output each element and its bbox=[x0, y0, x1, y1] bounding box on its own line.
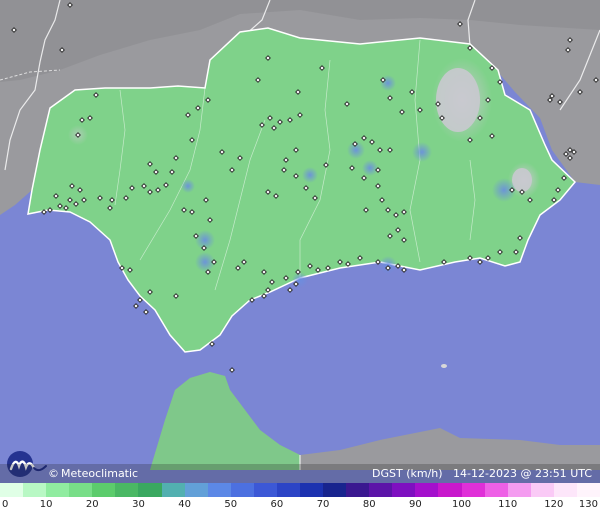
scale-label: 110 bbox=[498, 499, 518, 510]
map-date: 14-12-2023 bbox=[453, 467, 517, 480]
color-scale-swatch bbox=[69, 483, 93, 497]
at-sign: @ bbox=[520, 467, 532, 480]
color-scale-swatch bbox=[92, 483, 116, 497]
color-scale-bar bbox=[0, 483, 600, 497]
color-scale-swatch bbox=[0, 483, 24, 497]
color-scale-swatch bbox=[323, 483, 347, 497]
scale-label: 0 bbox=[2, 499, 9, 510]
color-scale-swatch bbox=[115, 483, 139, 497]
mountain-patch bbox=[436, 68, 480, 132]
scale-label: 40 bbox=[178, 499, 191, 510]
map-timestamp: DGST (km/h) 14-12-2023 @ 23:51 UTC bbox=[372, 467, 592, 480]
color-scale-swatch bbox=[484, 483, 508, 497]
variable-name: DGST bbox=[371, 467, 403, 480]
map-info-bar: © Meteoclimatic DGST (km/h) 14-12-2023 @ … bbox=[0, 464, 600, 483]
color-scale-swatch bbox=[230, 483, 254, 497]
brand-name: Meteoclimatic bbox=[61, 467, 139, 480]
color-scale-swatch bbox=[530, 483, 554, 497]
color-scale-swatch bbox=[392, 483, 416, 497]
variable-unit: (km/h) bbox=[406, 467, 443, 480]
scale-label: 50 bbox=[224, 499, 238, 510]
color-scale-swatch bbox=[138, 483, 162, 497]
scale-label: 10 bbox=[39, 499, 53, 510]
scale-label: 90 bbox=[409, 499, 422, 510]
wind-gust-map: © Meteoclimatic DGST (km/h) 14-12-2023 @ … bbox=[0, 0, 600, 517]
color-scale-swatch bbox=[300, 483, 324, 497]
color-scale-swatch bbox=[46, 483, 70, 497]
copyright-symbol: © bbox=[48, 467, 59, 480]
color-scale-labels: 0 10 20 30 40 50 60 70 80 90 100 110 120 130 bbox=[0, 497, 600, 517]
color-scale-swatch bbox=[553, 483, 577, 497]
brand-label: © Meteoclimatic bbox=[48, 467, 138, 480]
scale-label: 20 bbox=[85, 499, 99, 510]
scale-label: 130 bbox=[578, 499, 598, 510]
color-scale-swatch bbox=[576, 483, 600, 497]
color-scale-swatch bbox=[161, 483, 185, 497]
color-scale-swatch bbox=[461, 483, 485, 497]
map-time: 23:51 bbox=[534, 467, 567, 480]
color-scale-swatch bbox=[207, 483, 231, 497]
color-scale-swatch bbox=[23, 483, 47, 497]
scale-label: 120 bbox=[544, 499, 564, 510]
color-scale-swatch bbox=[253, 483, 277, 497]
map-canvas bbox=[0, 0, 600, 517]
map-timezone: UTC bbox=[570, 467, 592, 480]
color-scale-swatch bbox=[184, 483, 208, 497]
color-scale-swatch bbox=[507, 483, 531, 497]
scale-label: 60 bbox=[270, 499, 284, 510]
color-scale-swatch bbox=[346, 483, 370, 497]
scale-label: 100 bbox=[451, 499, 472, 510]
color-scale-swatch bbox=[438, 483, 462, 497]
scale-label: 30 bbox=[132, 499, 145, 510]
island-alboran bbox=[441, 364, 447, 368]
scale-label: 70 bbox=[316, 499, 330, 510]
color-scale-swatch bbox=[415, 483, 439, 497]
scale-label: 80 bbox=[362, 499, 376, 510]
color-scale-swatch bbox=[369, 483, 393, 497]
color-scale-swatch bbox=[276, 483, 301, 497]
